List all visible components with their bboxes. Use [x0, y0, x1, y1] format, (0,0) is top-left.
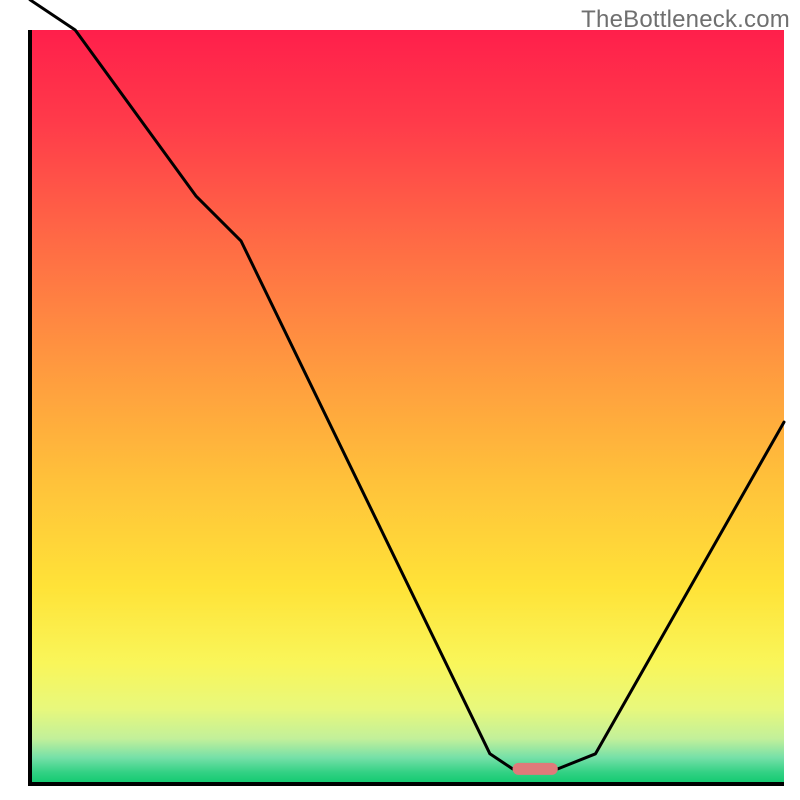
gradient-background	[30, 30, 784, 784]
watermark-text: TheBottleneck.com	[581, 6, 790, 34]
chart-container: TheBottleneck.com	[0, 0, 800, 800]
bottleneck-chart	[0, 0, 800, 800]
optimal-marker	[513, 763, 558, 775]
